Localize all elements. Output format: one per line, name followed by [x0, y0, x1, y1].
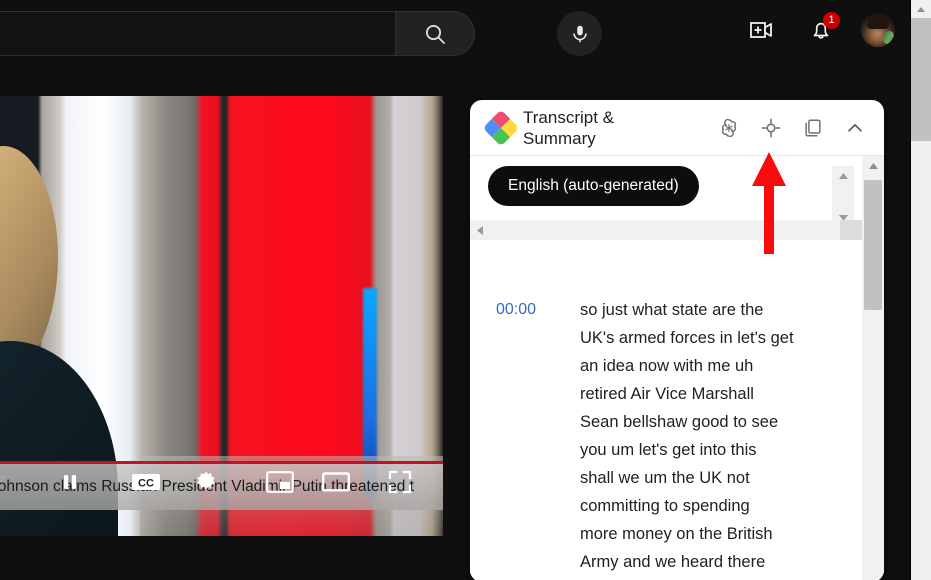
youtube-header: 1: [0, 0, 911, 68]
language-select[interactable]: English (auto-generated): [488, 166, 699, 206]
triangle-up-icon: [917, 6, 925, 12]
crosshair-glyph-icon: [761, 118, 781, 137]
search-bar: [0, 11, 475, 56]
miniplayer-icon: [266, 471, 294, 493]
settings-button[interactable]: [188, 464, 224, 500]
scroll-left-arrow[interactable]: [470, 220, 490, 240]
transcript-timestamp[interactable]: 00:00: [496, 296, 558, 580]
openai-icon[interactable]: [716, 115, 742, 141]
notification-badge: 1: [823, 12, 840, 29]
create-button[interactable]: [741, 10, 781, 50]
pause-icon: [64, 475, 76, 489]
subtitles-button[interactable]: CC: [128, 464, 164, 500]
search-button[interactable]: [395, 11, 475, 56]
transcript-text: so just what state are the UK's armed for…: [558, 296, 846, 580]
transcript-line: retired Air Vice Marshall: [580, 385, 754, 403]
transcript-line: UK's armed forces in let's get: [580, 329, 794, 347]
triangle-left-icon: [477, 225, 483, 235]
panel-scrollbar[interactable]: [862, 156, 884, 580]
scrollbar-corner: [840, 220, 862, 240]
browser-scroll-thumb[interactable]: [911, 18, 931, 141]
copy-icon[interactable]: [800, 115, 826, 141]
transcript-summary-panel: Transcript & Summary English (auto-gener…: [470, 100, 884, 580]
miniplayer-button[interactable]: [262, 464, 298, 500]
screen: 1 s Johnson claims Russian President Vla…: [0, 0, 931, 580]
panel-scroll-thumb[interactable]: [864, 180, 882, 310]
crosshair-target-icon[interactable]: [758, 115, 784, 141]
fullscreen-icon: [388, 470, 412, 494]
cc-icon: CC: [132, 474, 160, 490]
header-actions: 1: [741, 10, 895, 50]
microphone-icon: [572, 25, 587, 42]
transcript-summary-logo-icon: [482, 109, 520, 146]
avatar[interactable]: [861, 13, 895, 47]
browser-scroll-up-arrow[interactable]: [911, 0, 931, 18]
voice-search-button[interactable]: [557, 11, 602, 56]
transcript-line: an idea now with me uh: [580, 357, 754, 375]
transcript-list[interactable]: 00:00 so just what state are the UK's arm…: [470, 296, 862, 580]
chevron-up-glyph-icon: [848, 123, 862, 132]
triangle-up-icon: [868, 163, 878, 169]
panel-header-actions: [716, 115, 872, 141]
svg-text:CC: CC: [138, 477, 154, 489]
openai-glyph-icon: [721, 118, 737, 137]
theater-mode-icon: [322, 472, 350, 492]
create-video-icon: [750, 22, 772, 38]
gear-icon: [197, 471, 215, 490]
transcript-line: Sean bellshaw good to see: [580, 413, 779, 431]
transcript-entry[interactable]: 00:00 so just what state are the UK's arm…: [470, 296, 862, 580]
transcript-line: you um let's get into this: [580, 441, 757, 459]
triangle-up-icon: [838, 173, 848, 179]
language-list-scrollbar[interactable]: [832, 166, 854, 228]
transcript-line: shall we um the UK not: [580, 469, 750, 487]
browser-scrollbar[interactable]: [911, 0, 931, 580]
transcript-line: more money on the British: [580, 525, 773, 543]
panel-header: Transcript & Summary: [470, 100, 884, 156]
transcript-line: so just what state are the: [580, 301, 764, 319]
page-title: Transcript & Summary: [523, 107, 615, 148]
fullscreen-button[interactable]: [382, 464, 418, 500]
notifications-button[interactable]: 1: [801, 10, 841, 50]
horizontal-scrollbar[interactable]: [470, 220, 862, 240]
transcript-line: Army and we heard there: [580, 553, 766, 571]
copy-glyph-icon: [805, 118, 821, 137]
video-player[interactable]: s Johnson claims Russian President Vladi…: [0, 96, 443, 536]
search-input[interactable]: [0, 11, 395, 56]
chevron-up-icon[interactable]: [842, 115, 868, 141]
scroll-up-arrow[interactable]: [832, 166, 854, 186]
transcript-line: committing to spending: [580, 497, 750, 515]
language-selector-row: English (auto-generated): [470, 156, 884, 214]
theater-button[interactable]: [318, 464, 354, 500]
pause-button[interactable]: [52, 464, 88, 500]
panel-scroll-up-arrow[interactable]: [862, 156, 884, 176]
search-icon: [425, 24, 445, 44]
player-controls: CC: [0, 464, 443, 500]
transcript-line: from Deborah Haynes other: [580, 576, 846, 580]
